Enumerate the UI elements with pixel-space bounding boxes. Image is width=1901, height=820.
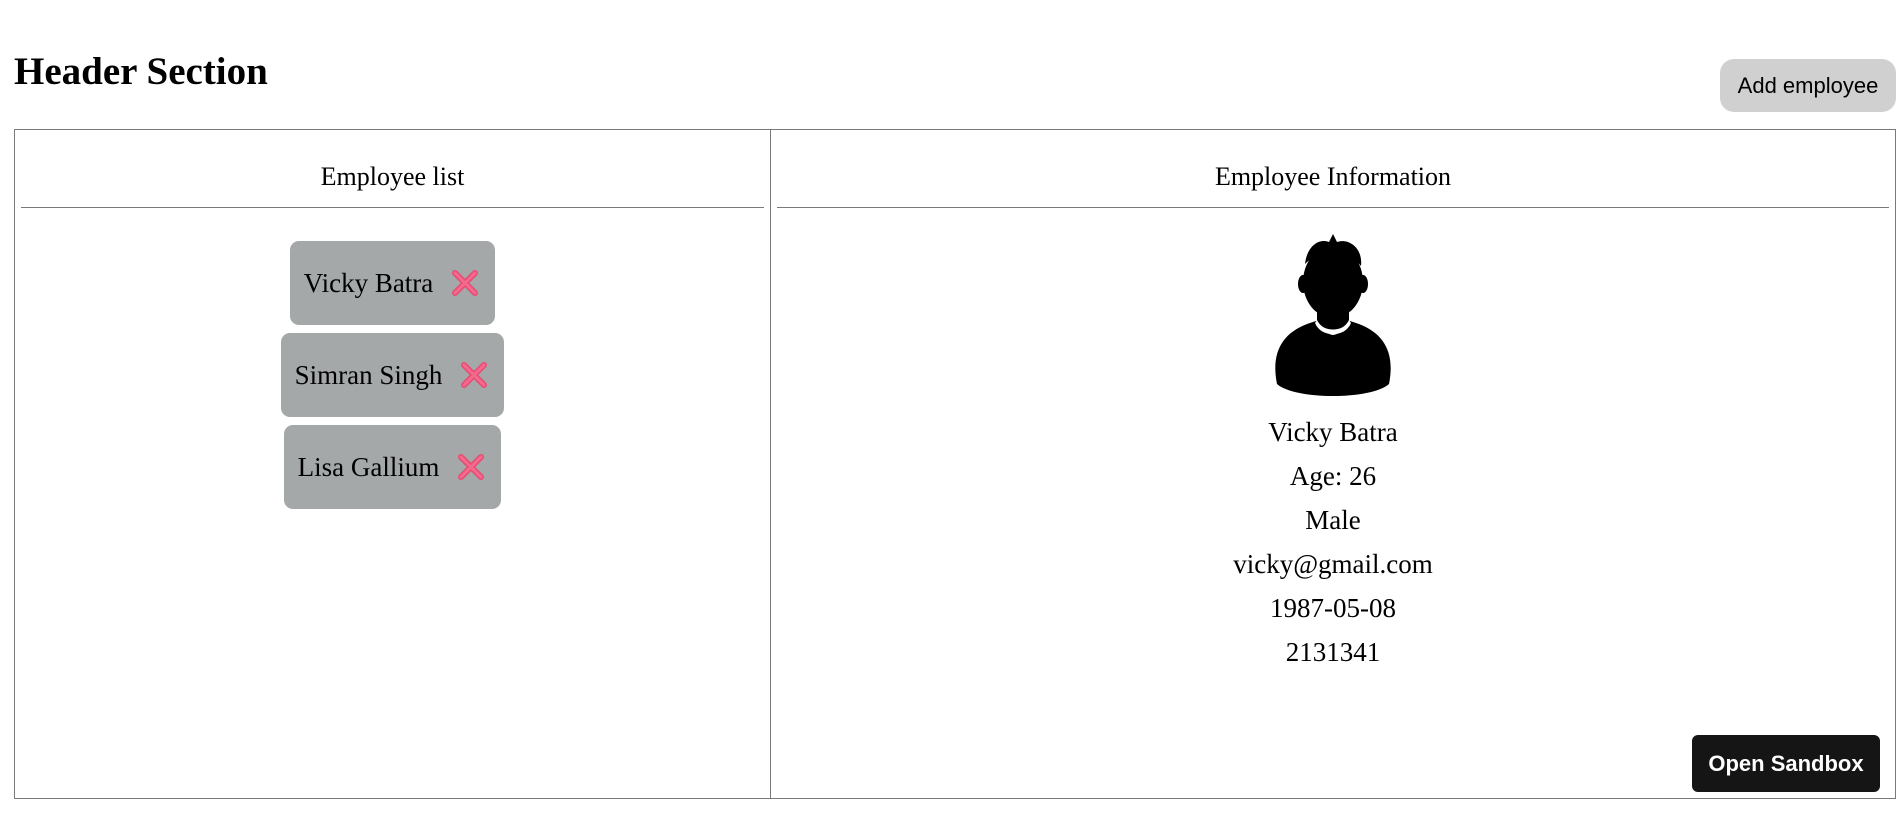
employee-info-body: Vicky Batra Age: 26 Male vicky@gmail.com… <box>771 234 1895 674</box>
delete-icon[interactable] <box>458 359 490 391</box>
delete-icon[interactable] <box>449 267 481 299</box>
employee-name: Vicky Batra <box>303 268 434 298</box>
employee-phone: 2131341 <box>1285 637 1381 667</box>
employee-list-panel: Employee list Vicky Batra Simran Singh L… <box>15 130 771 798</box>
employee-list: Vicky Batra Simran Singh Lisa Gallium <box>15 241 770 517</box>
employee-info-heading: Employee Information <box>777 130 1889 208</box>
employee-name: Simran Singh <box>294 360 443 390</box>
employee-info-panel: Employee Information Vicky Batra Age: 26… <box>771 130 1895 798</box>
employee-gender: Male <box>1305 505 1361 535</box>
page: Header Section Add employee Employee lis… <box>0 0 1901 820</box>
employee-name-detail: Vicky Batra <box>1268 417 1398 447</box>
employee-dob: 1987-05-08 <box>1270 593 1396 623</box>
employee-name: Lisa Gallium <box>297 452 440 482</box>
employee-list-item[interactable]: Vicky Batra <box>289 241 496 325</box>
employee-list-item[interactable]: Lisa Gallium <box>283 425 502 509</box>
delete-icon[interactable] <box>455 451 487 483</box>
employee-details: Vicky Batra Age: 26 Male vicky@gmail.com… <box>1233 410 1433 674</box>
employee-email: vicky@gmail.com <box>1233 549 1433 579</box>
page-title: Header Section <box>14 50 268 93</box>
employee-list-item[interactable]: Simran Singh <box>280 333 505 417</box>
employee-age: Age: 26 <box>1289 461 1377 491</box>
employee-container: Employee list Vicky Batra Simran Singh L… <box>14 129 1896 799</box>
employee-list-heading: Employee list <box>21 130 764 208</box>
user-avatar-icon <box>1275 234 1391 396</box>
add-employee-button[interactable]: Add employee <box>1720 59 1896 112</box>
open-sandbox-button[interactable]: Open Sandbox <box>1692 735 1880 792</box>
